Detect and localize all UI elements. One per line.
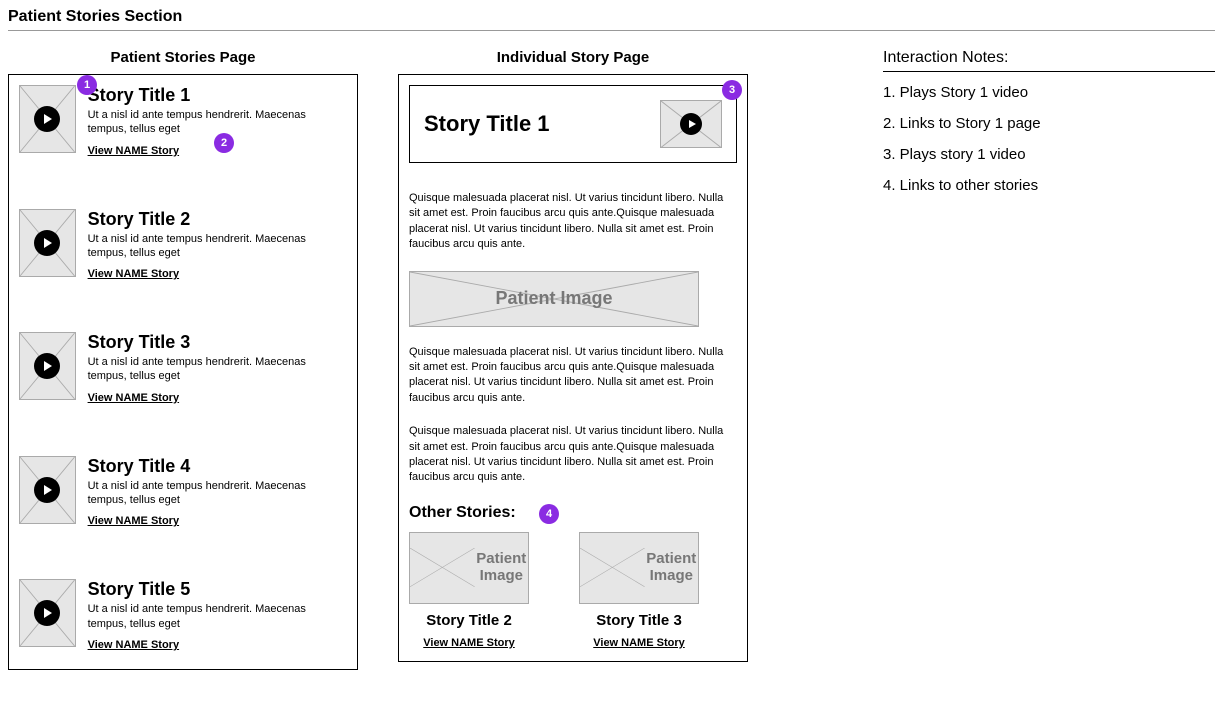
hero-video-thumbnail[interactable] bbox=[660, 100, 722, 148]
story-thumbnail[interactable] bbox=[19, 456, 76, 524]
story-hero: Story Title 1 3 bbox=[409, 85, 737, 163]
individual-story-column: Individual Story Page Story Title 1 3 Qu… bbox=[398, 49, 748, 662]
story-text-block: Story Title 3 Ut a nisl id ante tempus h… bbox=[88, 332, 347, 406]
story-title: Story Title 1 bbox=[88, 85, 347, 106]
interaction-note-item: 2. Links to Story 1 page bbox=[883, 115, 1215, 132]
annotation-marker-1: 1 bbox=[77, 75, 97, 95]
play-icon[interactable] bbox=[34, 600, 60, 626]
story-list-item: Story Title 1 Ut a nisl id ante tempus h… bbox=[19, 85, 347, 159]
hero-title: Story Title 1 bbox=[424, 111, 550, 137]
annotation-marker-2: 2 bbox=[214, 133, 234, 153]
story-title: Story Title 3 bbox=[88, 332, 347, 353]
story-thumbnail[interactable] bbox=[19, 209, 76, 277]
story-blurb: Ut a nisl id ante tempus hendrerit. Maec… bbox=[88, 479, 347, 508]
interaction-note-item: 4. Links to other stories bbox=[883, 177, 1215, 194]
story-list-item: Story Title 3 Ut a nisl id ante tempus h… bbox=[19, 332, 347, 406]
story-text-block: Story Title 2 Ut a nisl id ante tempus h… bbox=[88, 209, 347, 283]
other-story-link[interactable]: View NAME Story bbox=[593, 637, 685, 649]
stories-list-heading: Patient Stories Page bbox=[8, 49, 358, 66]
other-story-image-label: Patient Image bbox=[475, 551, 528, 584]
interaction-notes-list: 1. Plays Story 1 video 2. Links to Story… bbox=[883, 84, 1215, 194]
stories-list-panel: Story Title 1 Ut a nisl id ante tempus h… bbox=[8, 74, 358, 670]
patient-image-label: Patient Image bbox=[495, 288, 612, 309]
other-story-title: Story Title 2 bbox=[409, 612, 529, 629]
play-icon[interactable] bbox=[34, 353, 60, 379]
story-blurb: Ut a nisl id ante tempus hendrerit. Maec… bbox=[88, 602, 347, 631]
placeholder-x-icon bbox=[580, 548, 645, 587]
interaction-notes-column: Interaction Notes: 1. Plays Story 1 vide… bbox=[883, 49, 1215, 208]
story-link[interactable]: View NAME Story bbox=[88, 268, 180, 280]
page-title: Patient Stories Section bbox=[8, 8, 1215, 31]
story-thumbnail[interactable] bbox=[19, 85, 76, 153]
interaction-notes-title: Interaction Notes: bbox=[883, 49, 1215, 72]
play-icon[interactable] bbox=[34, 477, 60, 503]
story-title: Story Title 5 bbox=[88, 579, 347, 600]
story-text-block: Story Title 4 Ut a nisl id ante tempus h… bbox=[88, 456, 347, 530]
story-link[interactable]: View NAME Story bbox=[88, 392, 180, 404]
individual-story-panel: Story Title 1 3 Quisque malesuada placer… bbox=[398, 74, 748, 662]
other-story-image-label: Patient Image bbox=[645, 551, 698, 584]
story-blurb: Ut a nisl id ante tempus hendrerit. Maec… bbox=[88, 108, 347, 137]
other-story-card: Patient Image Story Title 3 View NAME St… bbox=[579, 532, 699, 651]
play-icon[interactable] bbox=[680, 113, 702, 135]
other-story-image[interactable]: Patient Image bbox=[579, 532, 699, 604]
story-title: Story Title 4 bbox=[88, 456, 347, 477]
other-stories-section: Other Stories: 4 Patient Image Story Tit… bbox=[409, 504, 737, 651]
other-story-link[interactable]: View NAME Story bbox=[423, 637, 515, 649]
story-body-paragraph: Quisque malesuada placerat nisl. Ut vari… bbox=[409, 191, 737, 253]
annotation-marker-3: 3 bbox=[722, 80, 742, 100]
annotation-marker-4: 4 bbox=[539, 504, 559, 524]
interaction-note-item: 3. Plays story 1 video bbox=[883, 146, 1215, 163]
story-body-paragraph: Quisque malesuada placerat nisl. Ut vari… bbox=[409, 424, 737, 486]
other-stories-title: Other Stories: bbox=[409, 504, 516, 522]
story-list-item: Story Title 2 Ut a nisl id ante tempus h… bbox=[19, 209, 347, 283]
story-list-item: Story Title 5 Ut a nisl id ante tempus h… bbox=[19, 579, 347, 653]
story-blurb: Ut a nisl id ante tempus hendrerit. Maec… bbox=[88, 232, 347, 261]
play-icon[interactable] bbox=[34, 106, 60, 132]
patient-image-placeholder: Patient Image bbox=[409, 271, 699, 327]
play-icon[interactable] bbox=[34, 230, 60, 256]
story-list-item: Story Title 4 Ut a nisl id ante tempus h… bbox=[19, 456, 347, 530]
story-link[interactable]: View NAME Story bbox=[88, 515, 180, 527]
story-body-paragraph: Quisque malesuada placerat nisl. Ut vari… bbox=[409, 345, 737, 407]
story-thumbnail[interactable] bbox=[19, 579, 76, 647]
other-story-card: Patient Image Story Title 2 View NAME St… bbox=[409, 532, 529, 651]
story-title: Story Title 2 bbox=[88, 209, 347, 230]
other-story-image[interactable]: Patient Image bbox=[409, 532, 529, 604]
story-text-block: Story Title 5 Ut a nisl id ante tempus h… bbox=[88, 579, 347, 653]
interaction-note-item: 1. Plays Story 1 video bbox=[883, 84, 1215, 101]
individual-story-heading: Individual Story Page bbox=[398, 49, 748, 66]
placeholder-x-icon bbox=[410, 548, 475, 587]
other-stories-row: Patient Image Story Title 2 View NAME St… bbox=[409, 532, 737, 651]
story-blurb: Ut a nisl id ante tempus hendrerit. Maec… bbox=[88, 355, 347, 384]
other-story-title: Story Title 3 bbox=[579, 612, 699, 629]
story-thumbnail[interactable] bbox=[19, 332, 76, 400]
layout-columns: Patient Stories Page Story Title 1 Ut a … bbox=[8, 49, 1215, 670]
story-link[interactable]: View NAME Story bbox=[88, 639, 180, 651]
stories-list-column: Patient Stories Page Story Title 1 Ut a … bbox=[8, 49, 358, 670]
story-link[interactable]: View NAME Story bbox=[88, 145, 180, 157]
